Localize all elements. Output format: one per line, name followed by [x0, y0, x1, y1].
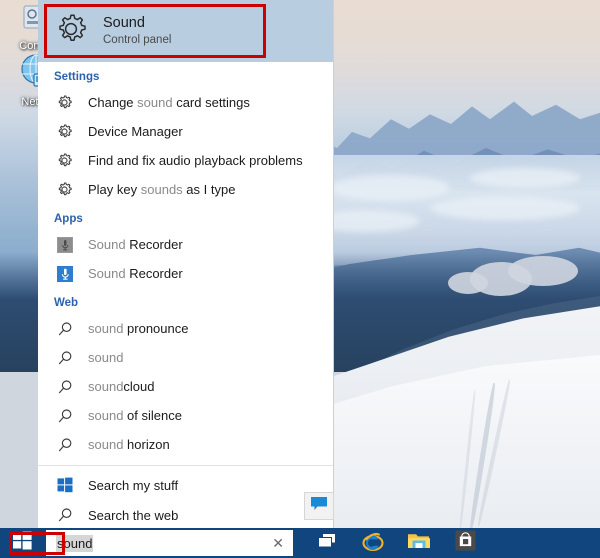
- settings-item-label: Device Manager: [88, 124, 183, 139]
- wallpaper-cloud: [470, 168, 580, 188]
- internet-explorer-button[interactable]: [361, 531, 385, 555]
- web-item-label: sound of silence: [88, 408, 182, 423]
- web-item-label: sound pronounce: [88, 321, 188, 336]
- label-suffix: horizon: [123, 437, 169, 452]
- label-suffix: of silence: [123, 408, 182, 423]
- web-item-soundcloud[interactable]: soundcloud: [38, 372, 333, 401]
- file-explorer-button[interactable]: [407, 531, 431, 555]
- search-icon: [54, 318, 75, 339]
- apps-item-sound-recorder-store[interactable]: Sound Recorder: [38, 259, 333, 288]
- settings-item-label: Play key sounds as I type: [88, 182, 235, 197]
- footer-item-label: Search the web: [88, 508, 178, 523]
- settings-item-label: Change sound card settings: [88, 95, 250, 110]
- search-input[interactable]: sound: [56, 535, 93, 552]
- gear-icon: [54, 150, 75, 171]
- feedback-bubble-icon: [310, 496, 328, 517]
- label-match: sounds: [141, 182, 183, 197]
- label-suffix: cloud: [123, 379, 154, 394]
- section-header-web: Web: [38, 288, 333, 314]
- internet-explorer-icon: [361, 530, 385, 557]
- label-suffix: card settings: [173, 95, 250, 110]
- settings-item-device-manager[interactable]: Device Manager: [38, 117, 333, 146]
- wallpaper-cloud: [330, 175, 450, 201]
- microphone-blue-icon: [54, 263, 75, 284]
- label-prefix: Device Manager: [88, 124, 183, 139]
- gear-icon: [54, 121, 75, 142]
- web-item-label: sound horizon: [88, 437, 170, 452]
- label-match: sound: [137, 95, 172, 110]
- settings-item-change-sound-card[interactable]: Change sound card settings: [38, 88, 333, 117]
- search-icon: [54, 434, 75, 455]
- apps-section: Apps Sound Recorder: [38, 204, 333, 288]
- gear-icon: [54, 92, 75, 113]
- label-suffix: Recorder: [126, 266, 183, 281]
- taskbar-search-box[interactable]: sound ✕: [46, 530, 293, 556]
- store-button[interactable]: [453, 531, 477, 555]
- apps-item-label: Sound Recorder: [88, 266, 183, 281]
- search-icon: [54, 347, 75, 368]
- store-icon: [455, 530, 476, 556]
- label-match: sound: [88, 321, 123, 336]
- microphone-gray-icon: [54, 234, 75, 255]
- wallpaper-puff-cloud: [448, 272, 488, 294]
- apps-item-label: Sound Recorder: [88, 237, 183, 252]
- web-item-label: sound: [88, 350, 123, 365]
- footer-divider: [38, 465, 333, 466]
- gear-icon: [54, 179, 75, 200]
- footer-search-the-web[interactable]: Search the web: [38, 500, 333, 530]
- settings-item-play-key-sounds[interactable]: Play key sounds as I type: [38, 175, 333, 204]
- web-item-label: soundcloud: [88, 379, 155, 394]
- web-item-sound-of-silence[interactable]: sound of silence: [38, 401, 333, 430]
- settings-item-find-fix-audio[interactable]: Find and fix audio playback problems: [38, 146, 333, 175]
- section-header-settings: Settings: [38, 62, 333, 88]
- gear-icon: [53, 11, 89, 52]
- label-suffix: Recorder: [126, 237, 183, 252]
- label-match: sound: [88, 408, 123, 423]
- best-match-text: Sound Control panel: [103, 15, 171, 48]
- task-view-button[interactable]: [315, 531, 339, 555]
- label-match: sound: [88, 437, 123, 452]
- wallpaper-cloud: [430, 196, 580, 220]
- screen: Control Netwo Sound: [0, 0, 600, 558]
- settings-item-label: Find and fix audio playback problems: [88, 153, 303, 168]
- search-icon: [54, 505, 75, 526]
- section-header-apps: Apps: [38, 204, 333, 230]
- footer-search-my-stuff[interactable]: Search my stuff: [38, 470, 333, 500]
- windows-logo-icon: [54, 475, 75, 496]
- web-item-sound-pronounce[interactable]: sound pronounce: [38, 314, 333, 343]
- windows-start-icon: [13, 531, 32, 555]
- best-match-title: Sound: [103, 15, 171, 32]
- best-match-subtitle: Control panel: [103, 33, 171, 48]
- footer-item-label: Search my stuff: [88, 478, 178, 493]
- taskbar-buttons: [315, 531, 477, 555]
- clear-search-icon[interactable]: ✕: [272, 534, 284, 552]
- label-prefix: Change: [88, 95, 137, 110]
- web-item-sound-horizon[interactable]: sound horizon: [38, 430, 333, 459]
- search-results-panel: Sound Control panel Settings Change soun…: [38, 0, 334, 530]
- label-match: sound: [88, 350, 123, 365]
- start-button[interactable]: [0, 528, 44, 558]
- label-prefix: Play key: [88, 182, 141, 197]
- file-explorer-icon: [407, 531, 431, 556]
- label-match: Sound: [88, 237, 126, 252]
- label-suffix: pronounce: [123, 321, 188, 336]
- settings-section: Settings Change sound card settings: [38, 62, 333, 204]
- search-icon: [54, 376, 75, 397]
- task-view-icon: [316, 532, 338, 555]
- taskbar: sound ✕: [0, 528, 600, 558]
- search-icon: [54, 405, 75, 426]
- label-suffix: as I type: [183, 182, 236, 197]
- web-section: Web sound pronounce sound: [38, 288, 333, 459]
- label-prefix: Find and fix audio playback problems: [88, 153, 303, 168]
- feedback-button[interactable]: [304, 492, 334, 520]
- wallpaper-puff-cloud: [508, 256, 578, 286]
- label-match: Sound: [88, 266, 126, 281]
- web-item-sound[interactable]: sound: [38, 343, 333, 372]
- label-match: sound: [88, 379, 123, 394]
- apps-item-sound-recorder-desktop[interactable]: Sound Recorder: [38, 230, 333, 259]
- best-match-result-sound[interactable]: Sound Control panel: [38, 0, 333, 62]
